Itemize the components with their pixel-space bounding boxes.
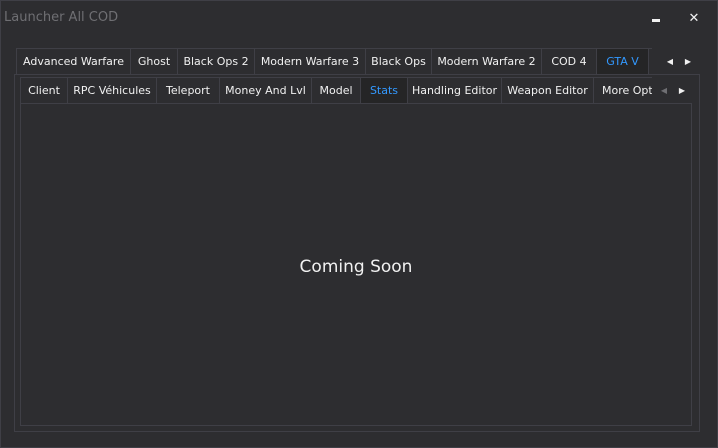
tab-black-ops-2[interactable]: Black Ops 2 xyxy=(177,48,255,74)
gta-tabs-scroll: ◀ ▶ xyxy=(656,83,690,97)
tab-modern-warfare-3[interactable]: Modern Warfare 3 xyxy=(254,48,366,74)
tab-more-options[interactable]: More Opti xyxy=(593,77,652,103)
tab-black-ops[interactable]: Black Ops xyxy=(365,48,432,74)
tab-overflow-c[interactable]: C xyxy=(648,48,652,74)
tab-teleport[interactable]: Teleport xyxy=(156,77,220,103)
tab-gta-v[interactable]: GTA V xyxy=(596,48,649,74)
scroll-right-icon[interactable]: ▶ xyxy=(680,54,696,68)
minimize-button[interactable] xyxy=(644,7,668,29)
title-bar[interactable]: Launcher All COD ✕ xyxy=(1,1,717,35)
tab-money-and-lvl[interactable]: Money And Lvl xyxy=(219,77,312,103)
gta-tabs: Client RPC Véhicules Teleport Money And … xyxy=(20,77,652,104)
tab-modern-warfare-2[interactable]: Modern Warfare 2 xyxy=(431,48,542,74)
coming-soon-label: Coming Soon xyxy=(299,257,413,277)
tab-ghost[interactable]: Ghost xyxy=(130,48,178,74)
tab-advanced-warfare[interactable]: Advanced Warfare xyxy=(16,48,131,74)
close-icon: ✕ xyxy=(688,10,700,26)
scroll-left-icon[interactable]: ◀ xyxy=(662,54,678,68)
minimize-icon xyxy=(652,19,660,22)
scroll-right-icon[interactable]: ▶ xyxy=(674,83,690,97)
close-button[interactable]: ✕ xyxy=(682,7,706,29)
tab-weapon-editor[interactable]: Weapon Editor xyxy=(501,77,594,103)
game-tabs: Advanced Warfare Ghost Black Ops 2 Moder… xyxy=(16,48,652,75)
stats-tab-panel: Coming Soon xyxy=(20,103,692,426)
tab-stats[interactable]: Stats xyxy=(360,77,408,103)
window-title: Launcher All COD xyxy=(4,10,119,25)
tab-cod-4[interactable]: COD 4 xyxy=(541,48,597,74)
tab-rpc-vehicules[interactable]: RPC Véhicules xyxy=(67,77,157,103)
game-tabs-scroll: ◀ ▶ xyxy=(662,54,696,68)
tab-client[interactable]: Client xyxy=(20,77,68,103)
tab-model[interactable]: Model xyxy=(311,77,361,103)
tab-handling-editor[interactable]: Handling Editor xyxy=(407,77,502,103)
scroll-left-icon[interactable]: ◀ xyxy=(656,83,672,97)
